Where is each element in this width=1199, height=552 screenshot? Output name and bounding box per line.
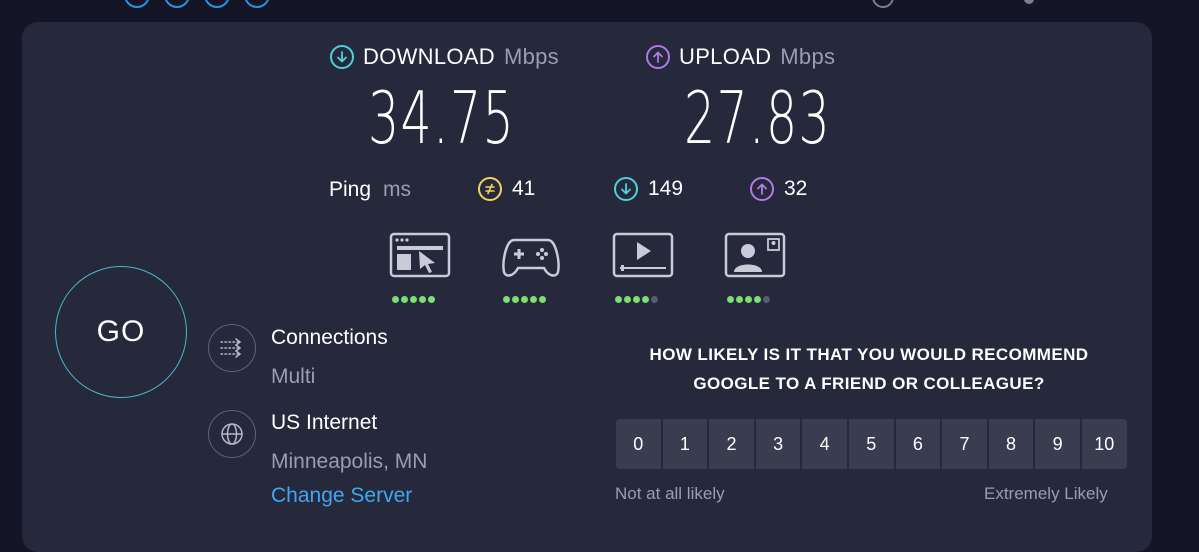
scale-option-0[interactable]: 0 <box>616 419 661 469</box>
quality-rating-dots <box>503 296 546 303</box>
survey-question-line1: HOW LIKELY IS IT THAT YOU WOULD RECOMMEN… <box>649 345 1089 364</box>
rating-dot-on <box>521 296 528 303</box>
change-server-link[interactable]: Change Server <box>271 484 412 508</box>
quality-rating-dots <box>392 296 435 303</box>
rating-dot-on <box>736 296 743 303</box>
ping-upload: 32 <box>750 177 807 201</box>
download-latency-icon <box>614 177 638 201</box>
server-location: Minneapolis, MN <box>271 450 428 473</box>
rating-dot-on <box>410 296 417 303</box>
scale-option-3[interactable]: 3 <box>755 419 801 469</box>
scale-option-2[interactable]: 2 <box>709 419 754 469</box>
web-browsing-icon <box>389 232 451 278</box>
rating-dot-on <box>428 296 435 303</box>
server-provider: US Internet <box>271 411 378 434</box>
upload-unit: Mbps <box>780 44 836 69</box>
scale-option-4[interactable]: 4 <box>802 419 847 469</box>
idle-latency-icon <box>478 177 502 201</box>
quality-rating-dots <box>727 296 770 303</box>
download-label: DOWNLOAD <box>363 44 495 69</box>
rating-dot-off <box>763 296 770 303</box>
scale-option-1[interactable]: 1 <box>662 419 708 469</box>
ping-unit: ms <box>383 178 412 201</box>
connections-title: Connections <box>271 326 388 349</box>
menu-icon[interactable] <box>1024 0 1034 4</box>
top-nav-icon[interactable] <box>124 0 150 8</box>
scale-option-10[interactable]: 10 <box>1081 419 1127 469</box>
ping-idle: 41 <box>478 177 535 201</box>
download-value: 34.75 <box>368 76 515 160</box>
rating-dot-on <box>615 296 622 303</box>
top-nav-partial <box>124 0 270 8</box>
rating-dot-on <box>727 296 734 303</box>
arrow-up-circle-icon <box>646 45 670 69</box>
upload-latency-icon <box>750 177 774 201</box>
globe-icon <box>208 410 256 458</box>
rating-dot-on <box>633 296 640 303</box>
gaming-controller-icon <box>502 238 560 277</box>
connections-value: Multi <box>271 365 316 388</box>
survey-question: HOW LIKELY IS IT THAT YOU WOULD RECOMMEN… <box>610 340 1128 398</box>
results-panel: DOWNLOAD Mbps 34.75 UPLOAD Mbps 27.83 Pi… <box>22 22 1152 552</box>
settings-icon[interactable] <box>872 0 894 8</box>
quality-rating-dots <box>615 296 658 303</box>
scale-option-7[interactable]: 7 <box>942 419 987 469</box>
rating-dot-on <box>745 296 752 303</box>
download-header: DOWNLOAD Mbps <box>330 44 559 70</box>
scale-option-9[interactable]: 9 <box>1035 419 1080 469</box>
top-nav-icon[interactable] <box>204 0 230 8</box>
top-nav-icon[interactable] <box>244 0 270 8</box>
ping-download: 149 <box>614 177 683 201</box>
scale-low-label: Not at all likely <box>615 484 725 503</box>
scale-option-5[interactable]: 5 <box>848 419 894 469</box>
rating-dot-on <box>530 296 537 303</box>
quality-streaming <box>612 232 674 308</box>
scale-option-8[interactable]: 8 <box>988 419 1034 469</box>
recommendation-scale: 0 1 2 3 4 5 6 7 8 9 10 <box>616 419 1127 469</box>
ping-label: Ping <box>329 178 372 201</box>
ping-upload-value: 32 <box>784 177 808 200</box>
rating-dot-on <box>754 296 761 303</box>
video-streaming-icon <box>612 232 674 278</box>
scale-high-label: Extremely Likely <box>984 484 1108 503</box>
upload-header: UPLOAD Mbps <box>646 44 835 70</box>
rating-dot-on <box>624 296 631 303</box>
rating-dot-on <box>503 296 510 303</box>
go-button[interactable]: GO <box>55 266 187 398</box>
quality-web-browsing <box>389 232 451 308</box>
arrow-down-circle-icon <box>330 45 354 69</box>
quality-gaming <box>500 232 562 308</box>
rating-dot-on <box>539 296 546 303</box>
ping-idle-value: 41 <box>512 177 536 200</box>
ping-heading: Ping ms <box>329 178 411 202</box>
scale-option-6[interactable]: 6 <box>895 419 941 469</box>
ping-download-value: 149 <box>648 177 684 200</box>
upload-label: UPLOAD <box>679 44 772 69</box>
rating-dot-on <box>512 296 519 303</box>
video-chat-icon <box>724 232 786 278</box>
download-unit: Mbps <box>503 44 559 69</box>
rating-dot-on <box>401 296 408 303</box>
quality-video-chat <box>724 232 786 308</box>
upload-value: 27.83 <box>684 76 831 160</box>
top-nav-icon[interactable] <box>164 0 190 8</box>
rating-dot-on <box>419 296 426 303</box>
connections-icon[interactable] <box>208 324 256 372</box>
rating-dot-on <box>642 296 649 303</box>
rating-dot-off <box>651 296 658 303</box>
rating-dot-on <box>392 296 399 303</box>
survey-question-line2: GOOGLE TO A FRIEND OR COLLEAGUE? <box>693 374 1045 393</box>
